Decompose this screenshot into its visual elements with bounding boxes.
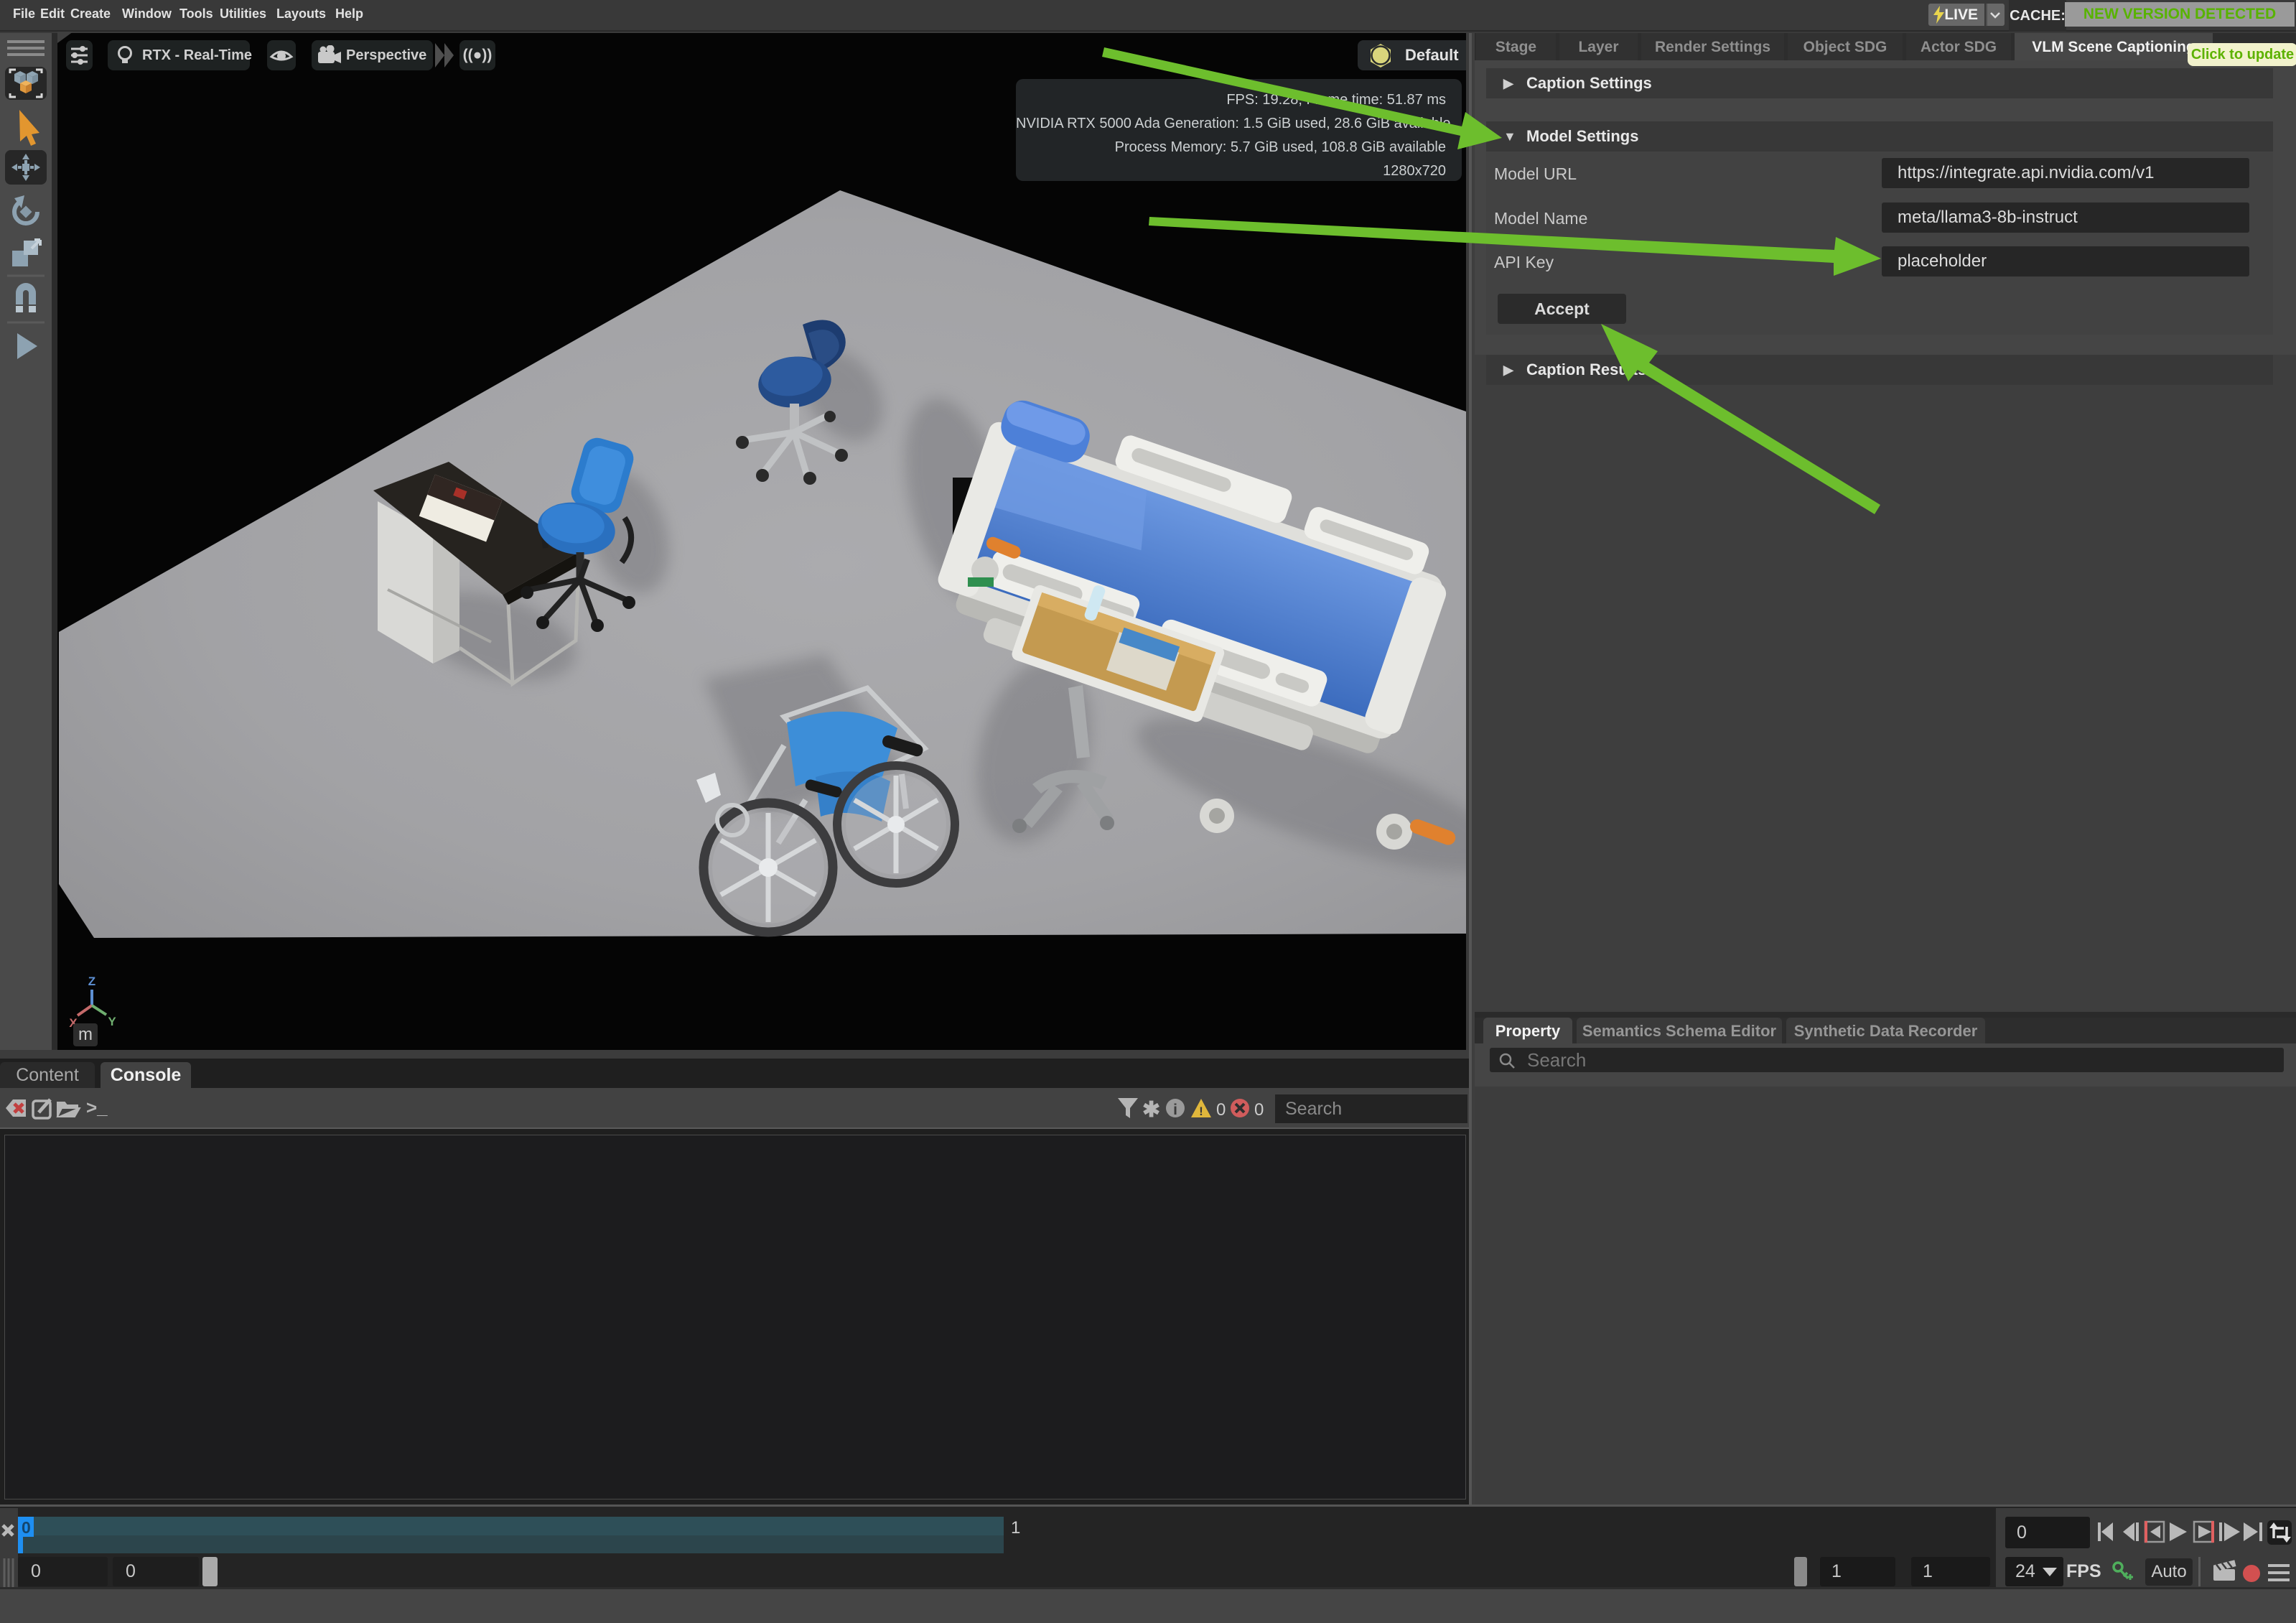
svg-text:i: i: [1173, 1102, 1177, 1118]
svg-text:!: !: [1199, 1105, 1203, 1118]
svg-text:Z: Z: [88, 975, 95, 988]
svg-text:>_: >_: [86, 1098, 108, 1118]
svg-text:0: 0: [1254, 1100, 1264, 1120]
svg-text:Y: Y: [108, 1015, 116, 1028]
svg-text:0: 0: [1216, 1100, 1226, 1120]
svg-text:✱: ✱: [1142, 1098, 1160, 1121]
